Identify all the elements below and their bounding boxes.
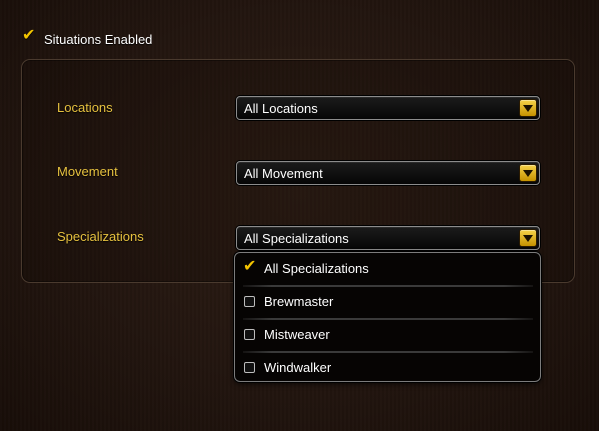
menu-item-brewmaster[interactable]: Brewmaster xyxy=(235,286,540,318)
specializations-dropdown[interactable]: All Specializations xyxy=(236,226,540,250)
menu-item-label: Brewmaster xyxy=(264,294,334,309)
checkbox-icon[interactable] xyxy=(244,296,255,307)
chevron-down-icon[interactable] xyxy=(519,229,537,247)
locations-dropdown-value: All Locations xyxy=(244,101,318,116)
locations-dropdown[interactable]: All Locations xyxy=(236,96,540,120)
menu-item-label: All Specializations xyxy=(264,261,369,276)
chevron-down-icon[interactable] xyxy=(519,164,537,182)
movement-dropdown[interactable]: All Movement xyxy=(236,161,540,185)
movement-label: Movement xyxy=(57,164,118,179)
locations-label: Locations xyxy=(57,100,113,115)
menu-item-mistweaver[interactable]: Mistweaver xyxy=(235,319,540,351)
chevron-down-icon[interactable] xyxy=(519,99,537,117)
checkmark-icon: ✔ xyxy=(22,25,36,44)
specializations-menu: ✔ All Specializations Brewmaster Mistwea… xyxy=(234,252,541,382)
menu-item-all-specializations[interactable]: ✔ All Specializations xyxy=(235,253,540,285)
specializations-dropdown-value: All Specializations xyxy=(244,231,349,246)
checkbox-icon[interactable] xyxy=(244,329,255,340)
checkbox-icon[interactable] xyxy=(244,362,255,373)
checkmark-icon: ✔ xyxy=(243,256,257,275)
movement-dropdown-value: All Movement xyxy=(244,166,323,181)
specializations-label: Specializations xyxy=(57,229,144,244)
menu-item-label: Mistweaver xyxy=(264,327,330,342)
situations-enabled-label: Situations Enabled xyxy=(44,31,153,47)
situations-enabled-checkbox[interactable]: ✔ Situations Enabled xyxy=(22,25,153,48)
menu-item-windwalker[interactable]: Windwalker xyxy=(235,352,540,384)
menu-item-label: Windwalker xyxy=(264,360,332,375)
